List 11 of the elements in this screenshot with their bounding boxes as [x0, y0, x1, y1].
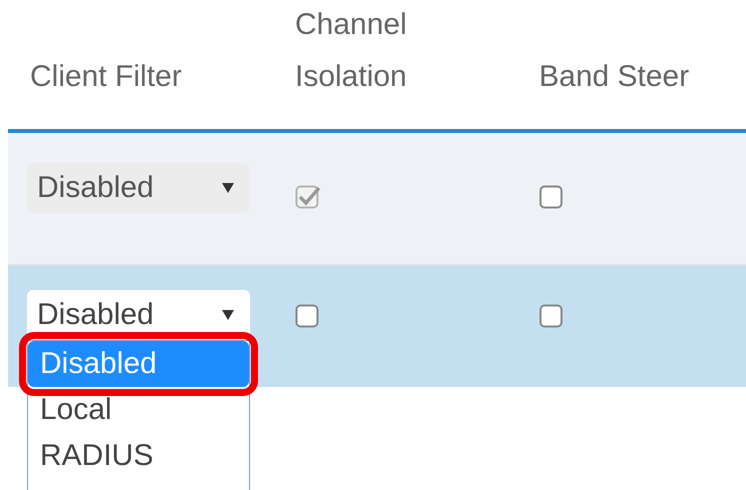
- dropdown-option[interactable]: Local: [28, 387, 249, 433]
- column-header: Channel Isolation: [295, 7, 408, 95]
- checkbox[interactable]: [539, 185, 565, 211]
- dropdown-option[interactable]: RADIUS: [28, 433, 249, 479]
- column-header: Client Filter: [30, 59, 182, 95]
- client-filter-dropdown[interactable]: Disabled: [27, 290, 250, 340]
- caret-icon: [222, 183, 234, 193]
- column-header: Band Steer: [539, 59, 690, 95]
- checkbox[interactable]: [295, 304, 321, 330]
- caret-icon: [222, 310, 234, 320]
- checkbox[interactable]: [539, 304, 565, 330]
